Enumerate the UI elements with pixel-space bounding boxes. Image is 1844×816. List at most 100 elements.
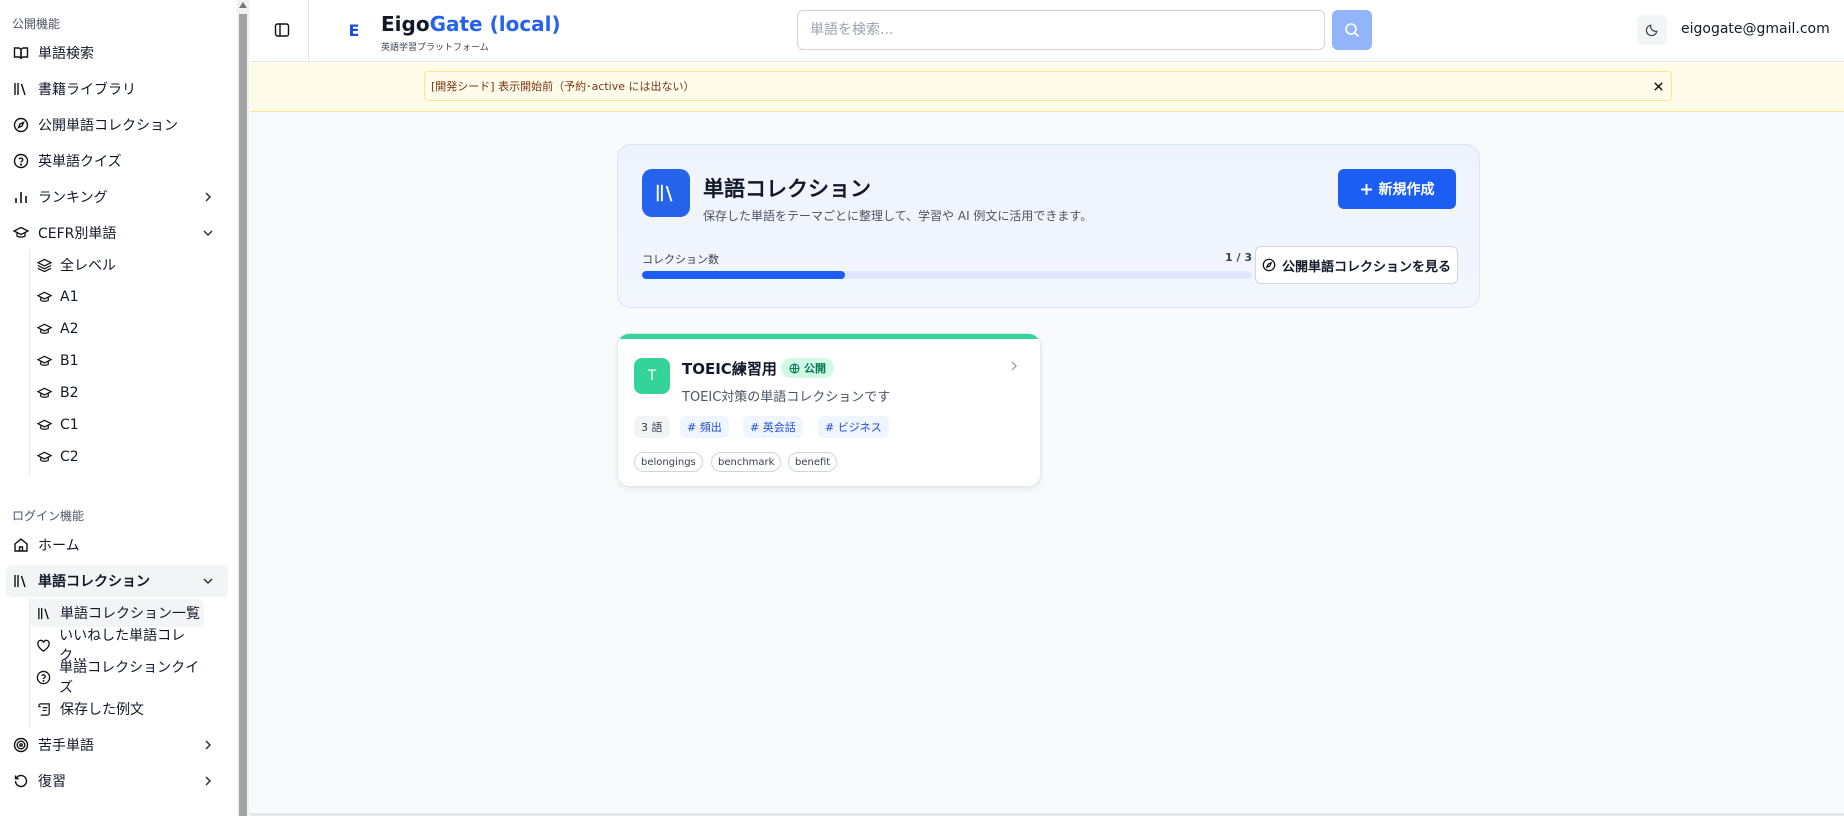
scrollbar-thumb[interactable] xyxy=(239,14,247,816)
collection-card[interactable]: T TOEIC練習用 公開 TOEIC対策の単語コレクションです 3 語 # 頻… xyxy=(617,333,1041,487)
tag-chip[interactable]: # ビジネス xyxy=(818,416,889,438)
sidebar-item-label: 単語検索 xyxy=(38,46,94,62)
header-divider xyxy=(308,0,309,62)
collection-avatar: T xyxy=(634,358,670,394)
library-icon xyxy=(12,572,30,590)
scroll-icon xyxy=(36,701,52,717)
library-icon xyxy=(642,169,690,217)
dev-banner-area: [開発シード] 表示開始前（予約･active には出ない） xyxy=(250,62,1844,112)
word-chip: belongings xyxy=(634,452,703,472)
scroll-up-arrow-icon[interactable] xyxy=(239,2,247,8)
sidebar-item-word-collections[interactable]: 単語コレクション xyxy=(6,565,228,597)
sidebar-item-label: 復習 xyxy=(38,774,66,790)
brand-part-2: Gate (local) xyxy=(429,12,561,36)
bar-chart-icon xyxy=(12,188,30,206)
collection-description: TOEIC対策の単語コレクションです xyxy=(682,390,891,405)
banner-close-button[interactable] xyxy=(1650,78,1666,94)
chevron-right-icon[interactable] xyxy=(1006,358,1022,374)
layers-icon xyxy=(36,257,52,273)
graduation-cap-icon xyxy=(12,224,30,242)
cefr-level-b2[interactable]: B2 xyxy=(30,379,204,407)
graduation-cap-icon xyxy=(36,417,52,433)
sidebar-sub-collection-quiz[interactable]: 単語コレクションクイズ xyxy=(30,660,204,696)
word-chip: benchmark xyxy=(711,452,782,472)
sidebar-item-cefr[interactable]: CEFR別単語 xyxy=(6,217,228,249)
help-circle-icon xyxy=(36,669,51,685)
graduation-cap-icon xyxy=(36,449,52,465)
sidebar-sub-label: 単語コレクションクイズ xyxy=(59,660,200,696)
banner-text: [開発シード] 表示開始前（予約･active には出ない） xyxy=(431,80,695,93)
sidebar-sub-collection-list[interactable]: 単語コレクション一覧 xyxy=(30,599,204,627)
cefr-level-label: B1 xyxy=(60,353,79,369)
sidebar-item-label: 書籍ライブラリ xyxy=(38,82,136,98)
collection-count-progress xyxy=(642,271,1252,279)
compass-icon xyxy=(12,116,30,134)
book-open-icon xyxy=(12,44,30,62)
cefr-level-label: C2 xyxy=(60,449,79,465)
chevron-down-icon[interactable] xyxy=(200,573,216,589)
cefr-level-all[interactable]: 全レベル xyxy=(30,251,204,279)
create-collection-label: 新規作成 xyxy=(1378,182,1435,198)
help-circle-icon xyxy=(12,152,30,170)
sidebar-toggle-button[interactable] xyxy=(270,18,294,42)
page-title: 単語コレクション xyxy=(703,177,871,201)
sidebar-item-ranking[interactable]: ランキング xyxy=(6,181,228,213)
collections-hero-card: 単語コレクション 保存した単語をテーマごとに整理して、学習や AI 例文に活用で… xyxy=(617,144,1480,308)
dev-banner: [開発シード] 表示開始前（予約･active には出ない） xyxy=(424,71,1672,101)
chevron-right-icon[interactable] xyxy=(200,189,216,205)
sidebar-item-label: ホーム xyxy=(38,538,80,554)
cefr-level-label: A2 xyxy=(60,321,79,337)
cefr-level-a1[interactable]: A1 xyxy=(30,283,204,311)
sidebar-scrollbar[interactable] xyxy=(237,0,249,816)
chevron-right-icon[interactable] xyxy=(200,737,216,753)
sidebar-item-weak-words[interactable]: 苦手単語 xyxy=(6,729,228,761)
sidebar-sub-liked-collections[interactable]: いいねした単語コレク... xyxy=(30,628,204,664)
cefr-level-label: 全レベル xyxy=(60,258,116,274)
library-icon xyxy=(12,80,30,98)
public-badge: 公開 xyxy=(781,358,834,378)
card-accent-bar xyxy=(618,334,1040,339)
brand-part-1: Eigo xyxy=(381,12,430,36)
library-icon xyxy=(36,605,52,621)
tag-chip[interactable]: # 頻出 xyxy=(680,416,729,438)
view-public-collections-button[interactable]: 公開単語コレクションを見る xyxy=(1255,246,1458,284)
rotate-ccw-icon xyxy=(12,772,30,790)
collection-count-value: 1 / 3 xyxy=(1225,251,1252,264)
sidebar-item-word-search[interactable]: 単語検索 xyxy=(6,37,228,69)
graduation-cap-icon xyxy=(36,321,52,337)
sidebar-sub-saved-examples[interactable]: 保存した例文 xyxy=(30,695,204,723)
sidebar-item-public-collections[interactable]: 公開単語コレクション xyxy=(6,109,228,141)
user-email[interactable]: eigogate@gmail.com xyxy=(1681,21,1830,37)
sidebar-item-label: 英単語クイズ xyxy=(38,154,122,170)
home-icon xyxy=(12,536,30,554)
collection-count-label: コレクション数 xyxy=(642,253,719,266)
search-input[interactable] xyxy=(797,10,1325,50)
cefr-level-b1[interactable]: B1 xyxy=(30,347,204,375)
sidebar-item-home[interactable]: ホーム xyxy=(6,529,228,561)
sidebar-item-quiz[interactable]: 英単語クイズ xyxy=(6,145,228,177)
globe-icon xyxy=(789,363,800,373)
heart-icon xyxy=(36,637,51,653)
app-logo[interactable]: E xyxy=(342,18,366,42)
search-button[interactable] xyxy=(1332,10,1372,50)
sidebar-item-review[interactable]: 復習 xyxy=(6,765,228,797)
create-collection-button[interactable]: 新規作成 xyxy=(1338,169,1456,209)
app-tagline: 英語学習プラットフォーム xyxy=(381,43,489,53)
app-title[interactable]: EigoGate (local) xyxy=(381,12,561,36)
chevron-right-icon[interactable] xyxy=(200,773,216,789)
tag-chip[interactable]: # 英会話 xyxy=(743,416,803,438)
sidebar-item-library[interactable]: 書籍ライブラリ xyxy=(6,73,228,105)
collection-title[interactable]: TOEIC練習用 xyxy=(682,358,777,379)
cefr-level-c1[interactable]: C1 xyxy=(30,411,204,439)
cefr-level-label: A1 xyxy=(60,289,79,305)
cefr-level-a2[interactable]: A2 xyxy=(30,315,204,343)
chevron-down-icon[interactable] xyxy=(200,225,216,241)
search-icon xyxy=(1345,23,1360,38)
theme-toggle-button[interactable] xyxy=(1637,15,1667,45)
view-public-collections-label: 公開単語コレクションを見る xyxy=(1281,259,1451,275)
target-icon xyxy=(12,736,30,754)
close-icon xyxy=(1653,81,1663,91)
cefr-level-c2[interactable]: C2 xyxy=(30,443,204,471)
graduation-cap-icon xyxy=(36,385,52,401)
word-count-chip: 3 語 xyxy=(634,416,670,438)
